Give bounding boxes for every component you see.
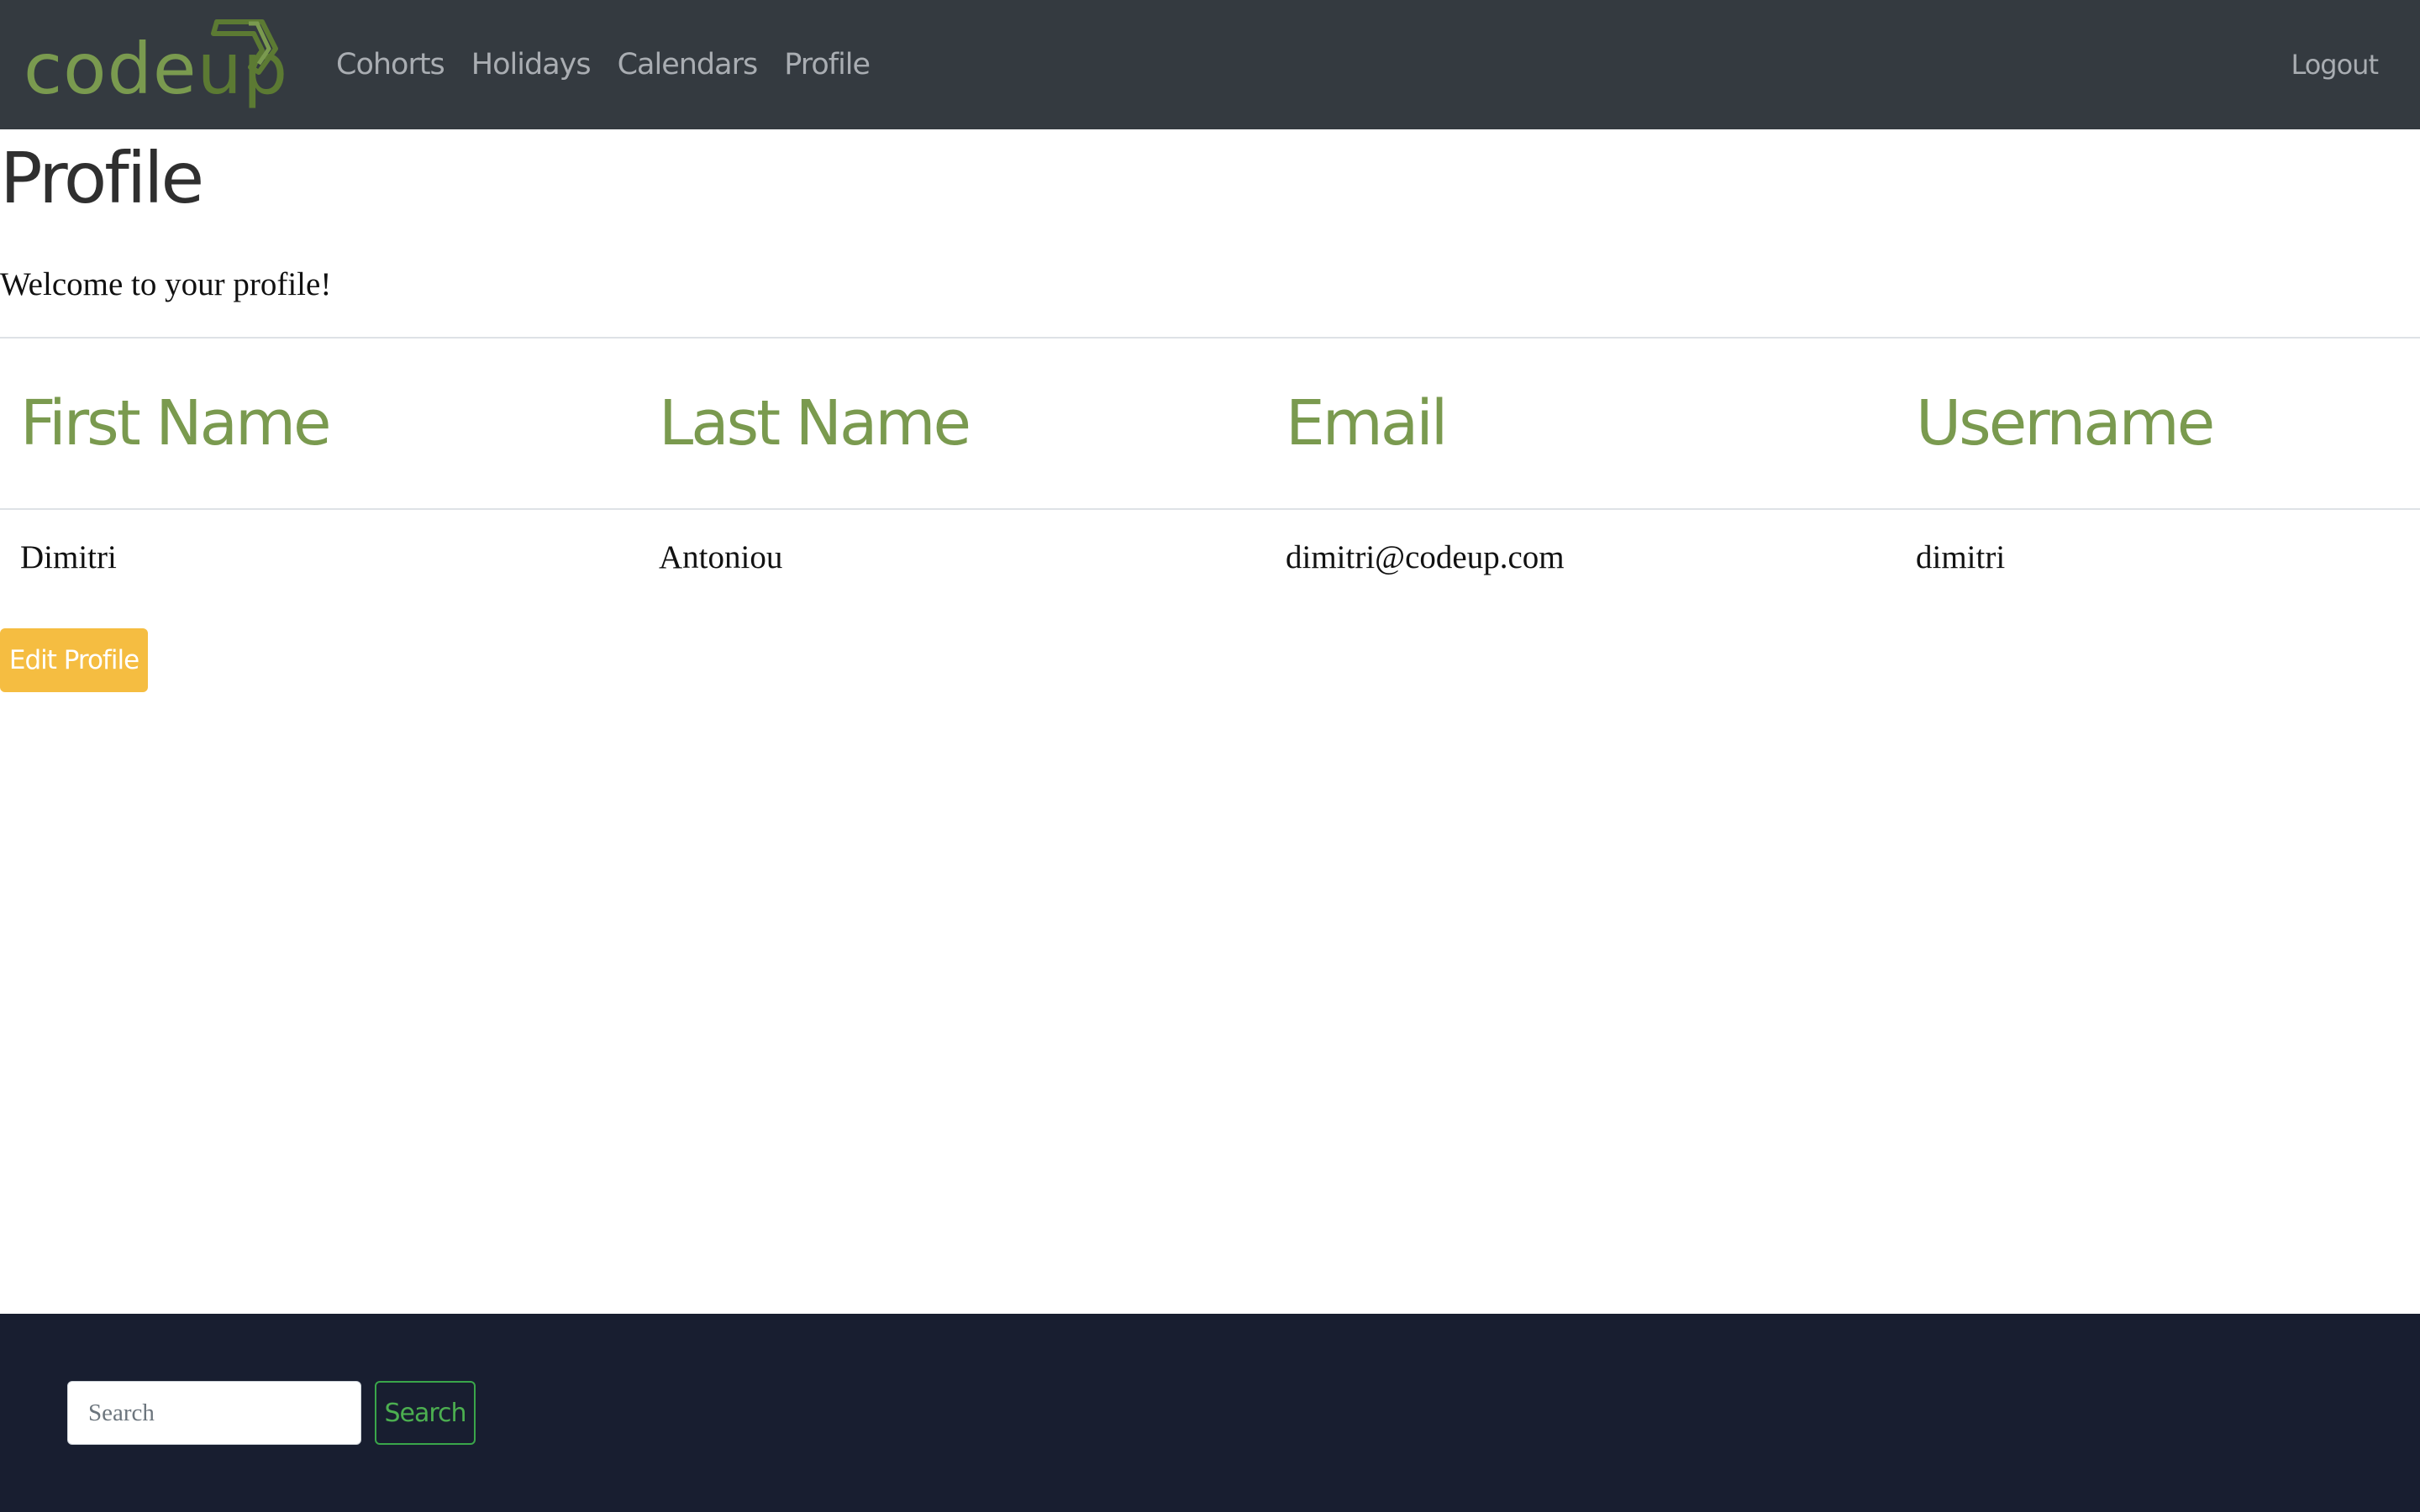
logo-mark-icon xyxy=(211,19,278,75)
codeup-logo[interactable]: codeup xyxy=(24,18,287,111)
nav-link-calendars[interactable]: Calendars xyxy=(618,48,759,81)
search-button[interactable]: Search xyxy=(375,1381,476,1445)
welcome-message: Welcome to your profile! xyxy=(0,266,332,302)
profile-table: First Name Last Name Email Username Dimi… xyxy=(0,339,2420,604)
edit-profile-button[interactable]: Edit Profile xyxy=(0,628,148,692)
table-row: Dimitri Antoniou dimitri@codeup.com dimi… xyxy=(0,509,2420,604)
logout-link[interactable]: Logout xyxy=(2291,0,2379,129)
header-first-name: First Name xyxy=(0,339,639,510)
top-navbar: codeup Cohorts Holidays Calendars Profil… xyxy=(0,0,2420,129)
nav-link-holidays[interactable]: Holidays xyxy=(471,48,592,81)
header-email: Email xyxy=(1265,339,1896,510)
nav-link-cohorts[interactable]: Cohorts xyxy=(336,48,445,81)
cell-username: dimitri xyxy=(1916,538,2006,575)
page-title: Profile xyxy=(0,137,204,219)
cell-email: dimitri@codeup.com xyxy=(1286,538,1565,575)
table-header-row: First Name Last Name Email Username xyxy=(0,339,2420,510)
nav-link-profile[interactable]: Profile xyxy=(784,48,871,81)
header-last-name: Last Name xyxy=(639,339,1265,510)
nav-links: Cohorts Holidays Calendars Profile xyxy=(336,0,871,129)
logo-code-text: code xyxy=(24,28,197,110)
search-input[interactable] xyxy=(67,1381,361,1445)
footer: Search xyxy=(0,1314,2420,1512)
cell-last-name: Antoniou xyxy=(659,538,783,575)
cell-first-name: Dimitri xyxy=(20,538,117,575)
header-username: Username xyxy=(1896,339,2420,510)
